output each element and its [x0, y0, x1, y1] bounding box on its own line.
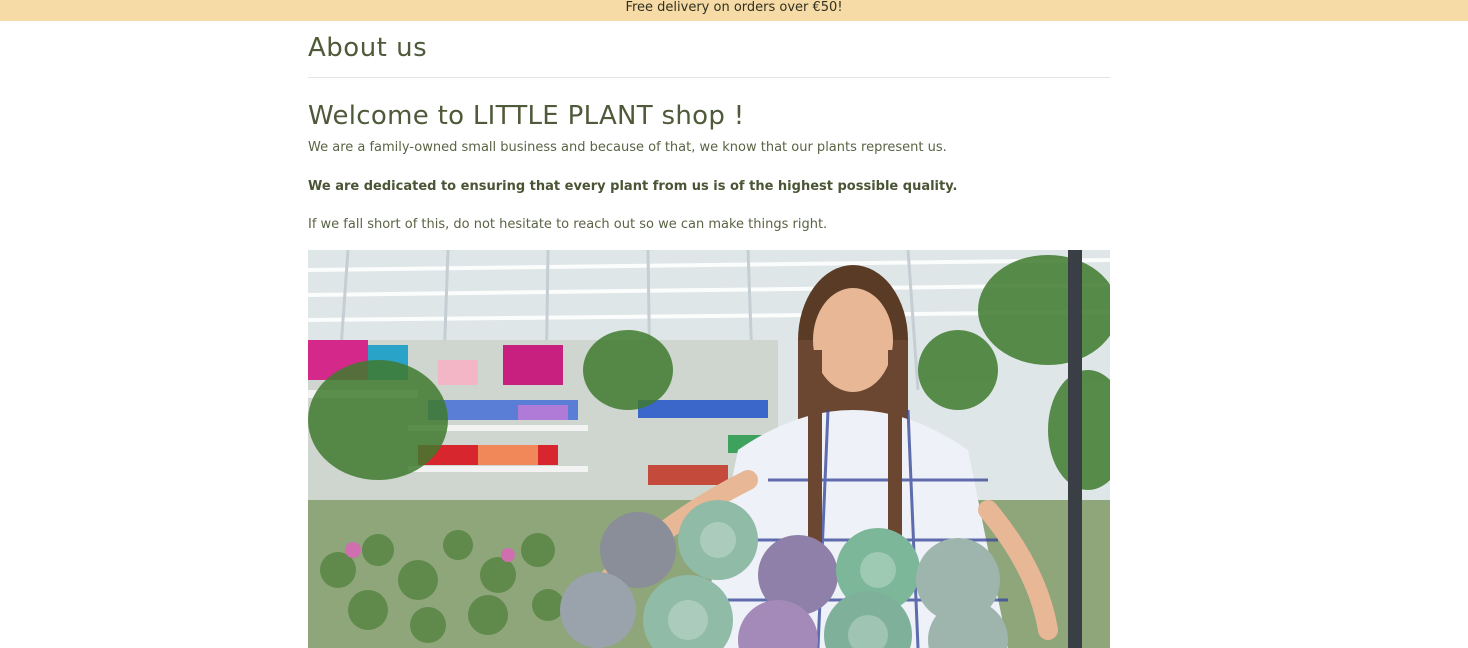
about-section: About us Welcome to LITTLE PLANT shop ! … [308, 21, 1110, 233]
page-title: About us [308, 33, 428, 63]
promo-banner: Free delivery on orders over €50! [0, 0, 1468, 21]
promo-banner-text: Free delivery on orders over €50! [625, 0, 843, 15]
about-paragraph-contact: If we fall short of this, do not hesitat… [308, 217, 828, 232]
about-paragraph-family-business: We are a family-owned small business and… [308, 140, 947, 155]
hero-photo-plant-shop [308, 250, 1110, 648]
welcome-heading: Welcome to LITTLE PLANT shop ! [308, 101, 745, 131]
about-paragraph-quality: We are dedicated to ensuring that every … [308, 179, 958, 194]
title-divider [308, 77, 1110, 78]
